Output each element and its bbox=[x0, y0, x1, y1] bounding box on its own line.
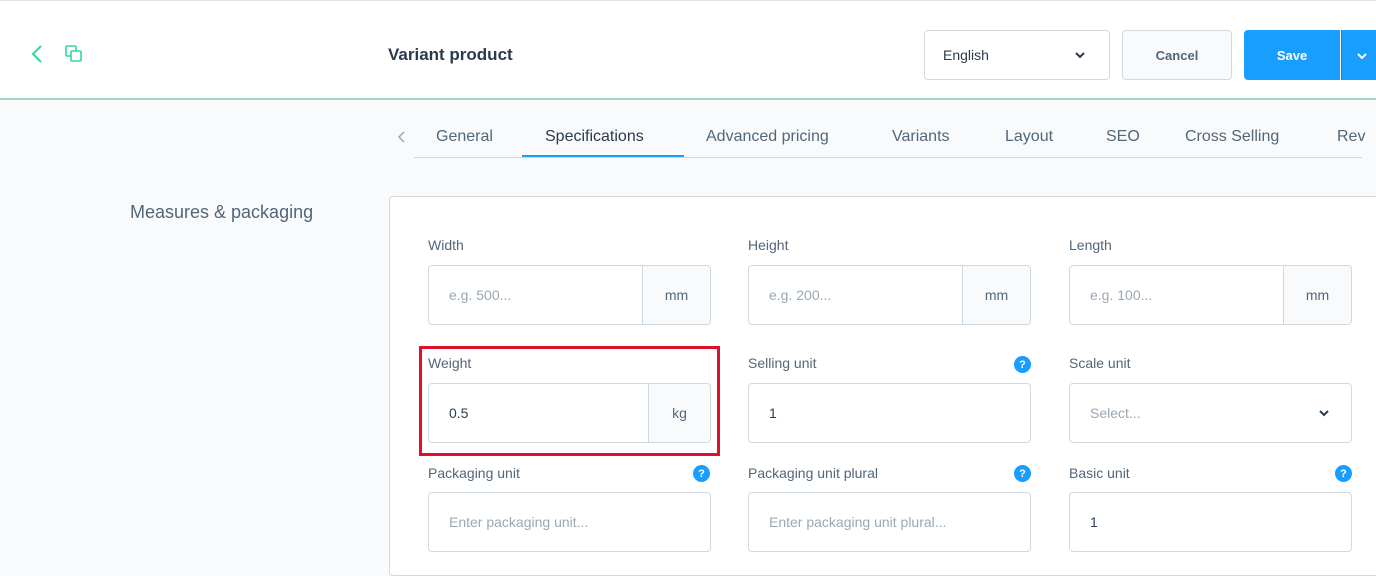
tab-bar: General Specifications Advanced pricing … bbox=[388, 118, 1376, 160]
duplicate-icon[interactable] bbox=[65, 45, 83, 63]
selling-unit-value: 1 bbox=[769, 405, 777, 421]
packaging-unit-input[interactable]: Enter packaging unit... bbox=[428, 492, 711, 552]
tab-layout[interactable]: Layout bbox=[1005, 128, 1053, 146]
packaging-unit-plural-label: Packaging unit plural bbox=[748, 465, 878, 481]
packaging-unit-placeholder: Enter packaging unit... bbox=[449, 514, 589, 530]
language-select[interactable]: English bbox=[924, 30, 1110, 80]
tab-seo[interactable]: SEO bbox=[1106, 128, 1140, 146]
chevron-left-icon[interactable] bbox=[396, 130, 408, 144]
tab-variants[interactable]: Variants bbox=[892, 128, 950, 146]
width-label: Width bbox=[428, 237, 464, 253]
length-input[interactable]: e.g. 100... mm bbox=[1069, 265, 1352, 325]
length-placeholder: e.g. 100... bbox=[1090, 287, 1153, 303]
packaging-unit-label: Packaging unit bbox=[428, 465, 520, 481]
tab-bar-divider bbox=[414, 157, 1362, 158]
help-icon[interactable]: ? bbox=[1014, 465, 1031, 482]
scale-unit-select[interactable]: Select... bbox=[1069, 383, 1352, 443]
basic-unit-value: 1 bbox=[1090, 514, 1098, 530]
width-placeholder: e.g. 500... bbox=[449, 287, 512, 303]
scale-unit-label: Scale unit bbox=[1069, 355, 1131, 371]
width-input[interactable]: e.g. 500... mm bbox=[428, 265, 711, 325]
weight-highlight-box bbox=[419, 346, 720, 456]
chevron-down-icon bbox=[1357, 53, 1367, 60]
tab-cross-selling[interactable]: Cross Selling bbox=[1185, 128, 1279, 146]
page-title: Variant product bbox=[388, 45, 513, 64]
back-icon[interactable] bbox=[28, 43, 46, 65]
height-label: Height bbox=[748, 237, 789, 253]
help-icon[interactable]: ? bbox=[1335, 465, 1352, 482]
tab-specifications[interactable]: Specifications bbox=[545, 128, 644, 146]
height-input[interactable]: e.g. 200... mm bbox=[748, 265, 1031, 325]
selling-unit-input[interactable]: 1 bbox=[748, 383, 1031, 443]
tab-advanced-pricing[interactable]: Advanced pricing bbox=[706, 128, 829, 146]
header-divider bbox=[0, 98, 1376, 100]
help-icon[interactable]: ? bbox=[1014, 356, 1031, 373]
packaging-unit-plural-placeholder: Enter packaging unit plural... bbox=[769, 514, 947, 530]
save-button[interactable]: Save bbox=[1244, 30, 1340, 80]
app-header: Variant product English Cancel Save bbox=[0, 0, 1376, 98]
length-label: Length bbox=[1069, 237, 1112, 253]
width-unit: mm bbox=[642, 266, 710, 324]
tab-general[interactable]: General bbox=[436, 128, 493, 146]
selling-unit-label: Selling unit bbox=[748, 355, 817, 371]
tab-reviews[interactable]: Rev bbox=[1337, 128, 1365, 146]
section-title: Measures & packaging bbox=[130, 202, 314, 222]
cancel-button[interactable]: Cancel bbox=[1122, 30, 1232, 80]
basic-unit-input[interactable]: 1 bbox=[1069, 492, 1352, 552]
save-options-button[interactable] bbox=[1341, 30, 1376, 80]
help-icon[interactable]: ? bbox=[693, 465, 710, 482]
length-unit: mm bbox=[1283, 266, 1351, 324]
language-select-value: English bbox=[943, 47, 989, 63]
packaging-unit-plural-input[interactable]: Enter packaging unit plural... bbox=[748, 492, 1031, 552]
scale-unit-placeholder: Select... bbox=[1090, 405, 1141, 421]
chevron-down-icon bbox=[1075, 52, 1085, 59]
height-placeholder: e.g. 200... bbox=[769, 287, 832, 303]
basic-unit-label: Basic unit bbox=[1069, 465, 1130, 481]
chevron-down-icon bbox=[1319, 410, 1329, 417]
height-unit: mm bbox=[962, 266, 1030, 324]
